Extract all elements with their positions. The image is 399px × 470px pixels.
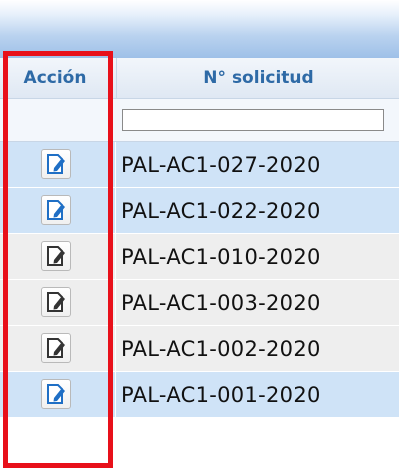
cell-solicitud[interactable]: PAL-AC1-022-2020: [121, 188, 321, 234]
edit-document-icon: [47, 292, 65, 312]
cell-solicitud[interactable]: PAL-AC1-010-2020: [121, 234, 321, 280]
cell-solicitud[interactable]: PAL-AC1-001-2020: [121, 372, 321, 418]
cell-solicitud[interactable]: PAL-AC1-027-2020: [121, 142, 321, 188]
column-header-solicitud[interactable]: N° solicitud: [116, 58, 399, 98]
cell-solicitud[interactable]: PAL-AC1-002-2020: [121, 326, 321, 372]
table-row: PAL-AC1-022-2020: [0, 188, 399, 234]
edit-button[interactable]: [41, 195, 71, 225]
edit-document-icon: [47, 338, 65, 358]
table-row: PAL-AC1-002-2020: [0, 326, 399, 372]
edit-document-icon: [47, 200, 65, 220]
table-row: PAL-AC1-003-2020: [0, 280, 399, 326]
table-row: PAL-AC1-001-2020: [0, 372, 399, 418]
table-row: PAL-AC1-027-2020: [0, 142, 399, 188]
grid-header-row: Acción N° solicitud: [0, 58, 399, 99]
edit-button[interactable]: [41, 241, 71, 271]
solicitudes-grid: Acción N° solicitud PAL-AC1-027-2020 PAL…: [0, 0, 399, 470]
edit-document-icon: [47, 384, 65, 404]
column-header-accion[interactable]: Acción: [0, 58, 110, 98]
solicitud-filter-input[interactable]: [122, 109, 384, 131]
edit-document-icon: [47, 246, 65, 266]
edit-button[interactable]: [41, 333, 71, 363]
edit-button[interactable]: [41, 379, 71, 409]
table-row: PAL-AC1-010-2020: [0, 234, 399, 280]
grid-title-bar: [0, 0, 399, 58]
edit-button[interactable]: [41, 149, 71, 179]
edit-button[interactable]: [41, 287, 71, 317]
edit-document-icon: [47, 154, 65, 174]
filter-row: [0, 99, 399, 142]
cell-solicitud[interactable]: PAL-AC1-003-2020: [121, 280, 321, 326]
